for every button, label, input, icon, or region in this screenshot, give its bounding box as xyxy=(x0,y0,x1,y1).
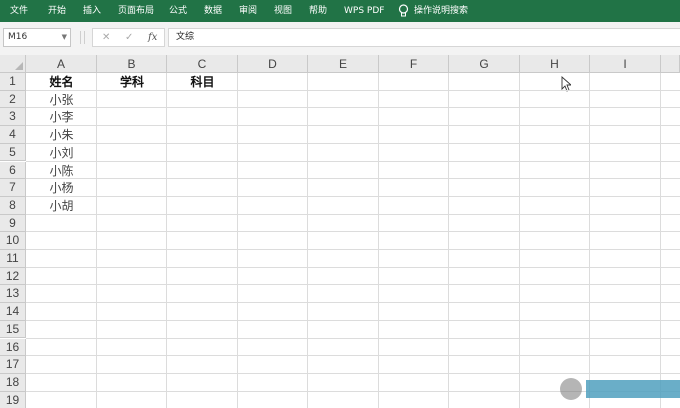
tab-wps-pdf[interactable]: WPS PDF xyxy=(344,0,384,22)
select-all-corner[interactable] xyxy=(0,55,26,73)
divider xyxy=(84,31,85,44)
lightbulb-icon[interactable] xyxy=(398,4,409,18)
grid-row-line xyxy=(26,213,680,215)
grid-row-line xyxy=(26,178,680,180)
grid-column-line xyxy=(166,73,167,408)
row-header-15[interactable]: 15 xyxy=(0,320,26,339)
cell-a6[interactable]: 小陈 xyxy=(26,163,97,180)
confirm-icon[interactable]: ✓ xyxy=(125,29,133,46)
tell-me-search[interactable]: 操作说明搜索 xyxy=(414,0,468,22)
tab-help[interactable]: 帮助 xyxy=(309,0,327,22)
row-header-9[interactable]: 9 xyxy=(0,214,26,233)
grid-row-line xyxy=(26,302,680,304)
column-header-b[interactable]: B xyxy=(97,55,167,73)
grid-column-line xyxy=(237,73,238,408)
ribbon-tab-bar: 文件 开始 插入 页面布局 公式 数据 审阅 视图 帮助 WPS PDF 操作说… xyxy=(0,0,680,22)
grid-column-line xyxy=(660,73,661,408)
column-header-a[interactable]: A xyxy=(26,55,97,73)
grid-row-line xyxy=(26,266,680,268)
cell-a5[interactable]: 小刘 xyxy=(26,145,97,162)
column-header-j[interactable] xyxy=(661,55,680,73)
tab-page-layout[interactable]: 页面布局 xyxy=(118,0,154,22)
grid-row-line xyxy=(26,249,680,250)
row-header-17[interactable]: 17 xyxy=(0,356,26,374)
cell-b1[interactable]: 学科 xyxy=(97,74,167,91)
row-header-6[interactable]: 6 xyxy=(0,161,26,180)
tab-home[interactable]: 开始 xyxy=(48,0,66,22)
grid-column-line xyxy=(448,73,449,408)
cell-a3[interactable]: 小李 xyxy=(26,109,97,126)
cell-a7[interactable]: 小杨 xyxy=(26,180,97,197)
column-header-e[interactable]: E xyxy=(308,55,379,73)
grid-row-line xyxy=(26,89,680,91)
row-header-13[interactable]: 13 xyxy=(0,285,26,304)
grid-row-line xyxy=(26,319,680,321)
cell-a4[interactable]: 小朱 xyxy=(26,127,97,144)
column-header-f[interactable]: F xyxy=(379,55,449,73)
divider xyxy=(80,31,81,44)
grid-row-line xyxy=(26,284,680,286)
column-header-g[interactable]: G xyxy=(449,55,520,73)
row-header-14[interactable]: 14 xyxy=(0,303,26,321)
grid-column-line xyxy=(519,73,520,408)
grid-column-line xyxy=(96,73,97,408)
row-header-11[interactable]: 11 xyxy=(0,250,26,268)
grid-row-line xyxy=(26,195,680,197)
cell-a8[interactable]: 小胡 xyxy=(26,198,97,215)
formula-tools: ✕ ✓ fx xyxy=(92,28,165,47)
row-header-8[interactable]: 8 xyxy=(0,196,26,215)
column-header-d[interactable]: D xyxy=(238,55,308,73)
cell-c1[interactable]: 科目 xyxy=(167,74,238,91)
tab-review[interactable]: 审阅 xyxy=(239,0,257,22)
tab-data[interactable]: 数据 xyxy=(204,0,222,22)
grid-row-line xyxy=(26,231,680,233)
grid-row-line xyxy=(26,125,680,127)
watermark-bar xyxy=(586,380,680,398)
formula-input[interactable]: 文综 xyxy=(168,28,680,47)
name-box-value: M16 xyxy=(8,32,28,42)
grid-column-line xyxy=(589,73,590,408)
name-box[interactable]: M16 ▼ xyxy=(3,28,71,47)
cancel-icon[interactable]: ✕ xyxy=(102,29,110,46)
formula-bar: M16 ▼ ✕ ✓ fx 文综 xyxy=(0,22,680,55)
row-header-16[interactable]: 16 xyxy=(0,338,26,357)
row-header-18[interactable]: 18 xyxy=(0,373,26,392)
insert-function-button[interactable]: fx xyxy=(148,29,157,46)
row-header-2[interactable]: 2 xyxy=(0,90,26,109)
cell-a1[interactable]: 姓名 xyxy=(26,74,97,91)
watermark-logo xyxy=(560,374,680,404)
row-header-12[interactable]: 12 xyxy=(0,267,26,286)
column-header-h[interactable]: H xyxy=(520,55,590,73)
watermark-circle-icon xyxy=(560,378,582,400)
spreadsheet-grid[interactable]: A B C D E F G H I 姓名 学科 科目 小张 小李 小朱 小刘 小… xyxy=(0,55,680,408)
row-header-3[interactable]: 3 xyxy=(0,108,26,127)
tab-view[interactable]: 视图 xyxy=(274,0,292,22)
grid-row-line xyxy=(26,160,680,162)
chevron-down-icon[interactable]: ▼ xyxy=(62,29,67,46)
grid-column-line xyxy=(378,73,379,408)
row-header-7[interactable]: 7 xyxy=(0,179,26,197)
row-header-1[interactable]: 1 xyxy=(0,73,26,91)
row-header-19[interactable]: 19 xyxy=(0,391,26,408)
tab-formulas[interactable]: 公式 xyxy=(169,0,187,22)
column-header-i[interactable]: I xyxy=(590,55,661,73)
row-header-10[interactable]: 10 xyxy=(0,232,26,250)
column-header-c[interactable]: C xyxy=(167,55,238,73)
row-header-5[interactable]: 5 xyxy=(0,143,26,162)
tab-insert[interactable]: 插入 xyxy=(83,0,101,22)
row-header-4[interactable]: 4 xyxy=(0,126,26,144)
grid-column-line xyxy=(307,73,308,408)
grid-row-line xyxy=(26,337,680,339)
cell-a2[interactable]: 小张 xyxy=(26,92,97,109)
grid-row-line xyxy=(26,107,680,109)
tab-file[interactable]: 文件 xyxy=(10,0,28,22)
grid-row-line xyxy=(26,142,680,144)
grid-row-line xyxy=(26,355,680,357)
